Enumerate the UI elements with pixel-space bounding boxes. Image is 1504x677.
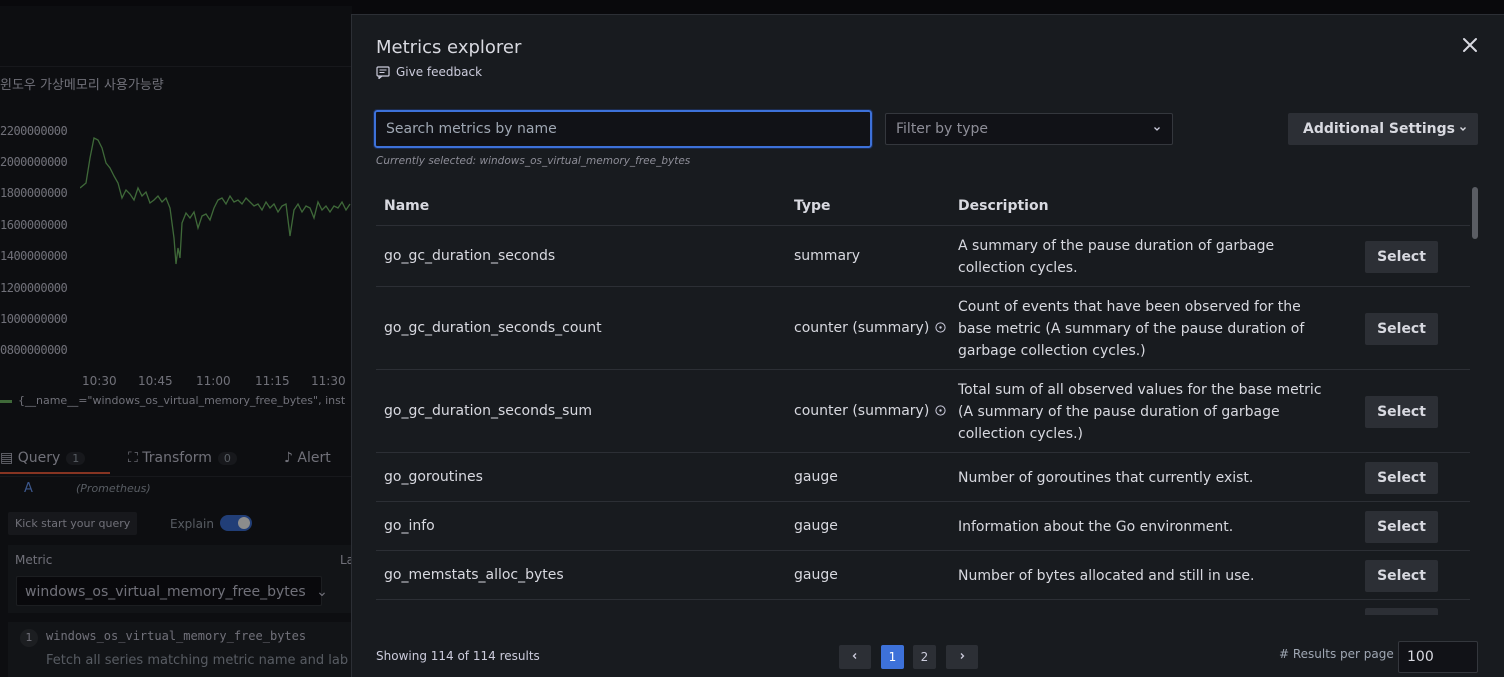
table-row: go_gc_duration_seconds_count counter (sum…	[376, 287, 1470, 370]
table-row: go_info gauge Information about the Go env…	[376, 502, 1470, 551]
metric-type: gauge	[794, 567, 838, 583]
metric-type-label: counter (summary)	[794, 402, 930, 419]
filter-placeholder: Filter by type	[896, 121, 989, 137]
column-header-type[interactable]: Type	[794, 198, 831, 214]
metric-type-label: gauge	[794, 468, 838, 485]
prev-page-button[interactable]	[839, 645, 871, 669]
select-metric-button[interactable]: Select	[1365, 559, 1438, 592]
metric-description: Total sum of all observed values for the…	[958, 381, 1322, 442]
chevron-down-icon	[1460, 127, 1466, 131]
metric-name: go_gc_duration_seconds_count	[384, 319, 602, 336]
metric-type-label: gauge	[794, 566, 838, 583]
metrics-explorer-drawer: Metrics explorer Give feedback Filter by…	[351, 14, 1504, 677]
close-icon[interactable]	[1460, 35, 1480, 55]
info-icon[interactable]	[935, 405, 946, 416]
metric-description: Number of goroutines that currently exis…	[958, 469, 1254, 486]
chevron-right-icon	[960, 653, 965, 659]
table-scrollbar[interactable]	[1472, 187, 1478, 239]
select-metric-button[interactable]	[1365, 608, 1438, 615]
give-feedback-label: Give feedback	[396, 65, 483, 79]
column-header-name[interactable]: Name	[384, 198, 429, 214]
page-1-button[interactable]: 1	[881, 645, 904, 669]
metric-type: counter (summary)	[794, 320, 946, 336]
metric-name: go_memstats_alloc_bytes	[384, 566, 564, 583]
select-metric-button[interactable]: Select	[1365, 240, 1438, 273]
select-metric-button[interactable]: Select	[1365, 510, 1438, 543]
results-per-page-label: # Results per page	[1279, 647, 1394, 661]
table-row: go_gc_duration_seconds_sum counter (summa…	[376, 370, 1470, 453]
metric-description: Number of bytes allocated and still in u…	[958, 567, 1255, 584]
metric-type: gauge	[794, 518, 838, 534]
metric-name: go_gc_duration_seconds	[384, 247, 556, 264]
filter-by-type-select[interactable]: Filter by type	[885, 113, 1173, 145]
select-metric-button[interactable]: Select	[1365, 395, 1438, 428]
metric-description: Count of events that have been observed …	[958, 298, 1305, 359]
chevron-left-icon	[852, 653, 857, 659]
metric-name: go_goroutines	[384, 468, 483, 485]
chevron-down-icon	[1154, 127, 1160, 131]
metric-type-label: counter (summary)	[794, 319, 930, 336]
select-metric-button[interactable]: Select	[1365, 461, 1438, 494]
results-per-page-input[interactable]	[1398, 641, 1478, 673]
metric-name: go_gc_duration_seconds_sum	[384, 402, 592, 419]
next-page-button[interactable]	[946, 645, 978, 669]
additional-settings-button[interactable]: Additional Settings	[1288, 113, 1478, 145]
drawer-title: Metrics explorer	[376, 37, 522, 58]
table-row: go_gc_duration_seconds summary A summary o…	[376, 226, 1470, 287]
column-header-description[interactable]: Description	[958, 198, 1049, 214]
metric-type-label: gauge	[794, 517, 838, 534]
metrics-table: Name Type Description go_gc_duration_sec…	[376, 187, 1470, 615]
page-2-button[interactable]: 2	[913, 645, 936, 669]
metric-type: summary	[794, 248, 860, 264]
metric-type: counter (summary)	[794, 403, 946, 419]
currently-selected-text: Currently selected: windows_os_virtual_m…	[376, 155, 691, 167]
metric-type: gauge	[794, 469, 838, 485]
select-metric-button[interactable]: Select	[1365, 312, 1438, 345]
table-row: go_goroutines gauge Number of goroutines t…	[376, 453, 1470, 502]
metric-description: A summary of the pause duration of garba…	[958, 237, 1275, 276]
info-icon[interactable]	[935, 322, 946, 333]
metric-name: go_info	[384, 517, 435, 534]
give-feedback-link[interactable]: Give feedback	[376, 65, 482, 79]
search-metrics-input[interactable]	[373, 109, 873, 149]
results-count: Showing 114 of 114 results	[376, 649, 540, 663]
metric-description: Information about the Go environment.	[958, 518, 1234, 535]
comment-icon	[376, 65, 390, 79]
additional-settings-label: Additional Settings	[1303, 121, 1455, 137]
table-header: Name Type Description	[376, 187, 1470, 226]
metric-type-label: summary	[794, 247, 861, 264]
table-row: go_memstats_alloc_bytes gauge Number of by…	[376, 551, 1470, 600]
